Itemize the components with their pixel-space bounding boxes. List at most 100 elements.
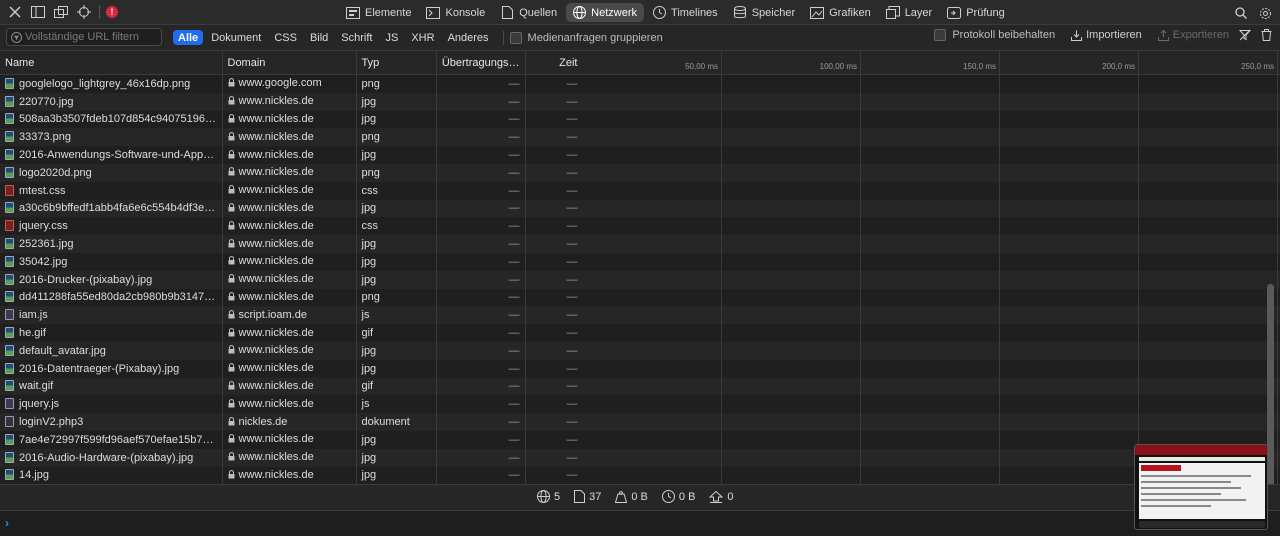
request-domain-cell: nickles.de <box>222 413 357 431</box>
checkbox-box[interactable] <box>509 31 522 44</box>
request-time: — <box>525 395 584 414</box>
request-time: — <box>525 324 584 342</box>
tab-speicher[interactable]: Speicher <box>727 3 802 22</box>
column-header-name[interactable]: Name <box>0 51 223 75</box>
type-filter-alle[interactable]: Alle <box>173 30 204 45</box>
table-row[interactable]: default_avatar.jpg www.nickles.de jpg — — <box>0 341 584 360</box>
request-name-cell: 2016-Audio-Hardware-(pixabay).jpg <box>0 448 223 467</box>
request-domain: www.nickles.de <box>238 112 314 125</box>
table-row[interactable]: jquery.css www.nickles.de css — — <box>0 217 584 236</box>
tab-timelines[interactable]: Timelines <box>646 3 725 22</box>
table-row[interactable]: mtest.css www.nickles.de css — — <box>0 181 584 200</box>
dock-side-icon[interactable] <box>29 3 47 21</box>
table-row[interactable]: dd411288fa55ed80da2cb980b9b3147… www.nick… <box>0 288 584 307</box>
lock-icon <box>228 96 235 108</box>
vertical-scrollbar[interactable] <box>1267 284 1274 484</box>
timeline-tick-label: 250,0 ms <box>1241 62 1274 71</box>
request-name: 508aa3b3507fdeb107d854c94075196… <box>19 113 216 126</box>
table-row[interactable]: 2016-Anwendungs-Software-und-Apps… www.ni… <box>0 146 584 164</box>
table-row[interactable]: iam.js script.ioam.de js — — <box>0 306 584 325</box>
import-button[interactable]: Importieren <box>1071 29 1142 41</box>
tab-konsole[interactable]: Konsole <box>420 3 492 22</box>
tab-quellen[interactable]: Quellen <box>494 3 564 22</box>
request-transfer: — <box>436 306 526 325</box>
table-row[interactable]: 7ae4e72997f599fd96aef570efae15b70… www.ni… <box>0 430 584 449</box>
table-row[interactable]: 35042.jpg www.nickles.de jpg — — <box>0 252 584 271</box>
type-filter-dokument[interactable]: Dokument <box>206 30 266 45</box>
group-media-checkbox[interactable]: Medienanfragen gruppieren <box>509 31 663 44</box>
thumbnail-text-line <box>1141 487 1241 489</box>
table-row[interactable]: 2016-Audio-Hardware-(pixabay).jpg www.nic… <box>0 448 584 467</box>
timeline-row <box>583 164 1280 182</box>
column-header-transfer[interactable]: Übertragungs… <box>436 51 526 75</box>
checkbox-box[interactable] <box>934 29 947 41</box>
tab-elemente[interactable]: Elemente <box>340 3 418 22</box>
request-rows: googlelogo_lightgrey_46x16dp.png www.goog… <box>0 74 584 484</box>
request-name-cell: 33373.png <box>0 128 223 147</box>
error-badge[interactable]: ! <box>106 6 118 18</box>
table-row[interactable]: logo2020d.png www.nickles.de png — — <box>0 163 584 182</box>
element-picker-icon[interactable] <box>75 3 93 21</box>
type-filter-bild[interactable]: Bild <box>305 30 333 45</box>
request-time: — <box>525 217 584 236</box>
table-row[interactable]: 2016-Datentraeger-(Pixabay).jpg www.nickl… <box>0 359 584 378</box>
column-header-time[interactable]: Zeit <box>525 51 584 75</box>
table-row[interactable]: 252361.jpg www.nickles.de jpg — — <box>0 235 584 253</box>
column-header-domain[interactable]: Domain <box>222 51 357 75</box>
timeline-row <box>583 288 1280 307</box>
close-icon[interactable] <box>6 3 24 21</box>
detach-window-icon[interactable] <box>52 3 70 21</box>
table-row[interactable]: a30c6b9bffedf1abb4fa6e6c554b4df3e… www.ni… <box>0 199 584 218</box>
lock-icon <box>228 238 235 251</box>
tab-netzwerk[interactable]: Netzwerk <box>566 3 645 22</box>
table-row[interactable]: 2016-Drucker-(pixabay).jpg www.nickles.de… <box>0 270 584 289</box>
type-filter-schrift[interactable]: Schrift <box>336 30 377 45</box>
screen-preview-thumbnail[interactable] <box>1134 444 1268 530</box>
table-row[interactable]: jquery.js www.nickles.de js — — <box>0 395 584 414</box>
request-type: jpg <box>356 110 437 129</box>
timeline-row <box>583 253 1280 271</box>
tab-grafiken[interactable]: Grafiken <box>804 3 878 22</box>
table-row[interactable]: 33373.png www.nickles.de png — — <box>0 128 584 147</box>
url-filter-field[interactable] <box>6 28 162 46</box>
network-filter-bar: Alle Dokument CSS Bild Schrift JS XHR An… <box>0 25 1280 51</box>
column-header-type[interactable]: Typ <box>356 51 437 75</box>
table-row[interactable]: he.gif www.nickles.de gif — — <box>0 324 584 342</box>
filter-bar-actions: Protokoll beibehalten Importieren Export… <box>934 29 1272 41</box>
request-name: 14.jpg <box>19 469 49 482</box>
quick-console[interactable]: › <box>0 510 1280 536</box>
table-row[interactable]: wait.gif www.nickles.de gif — — <box>0 377 584 396</box>
request-transfer: — <box>436 270 526 289</box>
tab-pruefung[interactable]: Prüfung <box>941 3 1012 22</box>
lock-icon <box>228 292 235 304</box>
tab-layer[interactable]: Layer <box>880 3 940 22</box>
type-filter-anderes[interactable]: Anderes <box>443 30 494 45</box>
table-row[interactable]: 508aa3b3507fdeb107d854c94075196… www.nick… <box>0 110 584 129</box>
table-row[interactable]: 14.jpg www.nickles.de jpg — — <box>0 466 584 484</box>
keep-log-checkbox[interactable]: Protokoll beibehalten <box>934 29 1055 41</box>
timeline-tick-label: 150,0 ms <box>963 62 996 71</box>
type-filter-js[interactable]: JS <box>380 30 403 45</box>
clear-filter-icon[interactable] <box>1239 29 1251 41</box>
request-domain: www.nickles.de <box>238 130 314 143</box>
trash-icon[interactable] <box>1261 29 1272 41</box>
request-transfer: — <box>436 217 526 236</box>
file-icon <box>5 131 14 143</box>
request-time: — <box>525 252 584 271</box>
request-name: a30c6b9bffedf1abb4fa6e6c554b4df3e… <box>19 202 216 215</box>
thumbnail-text-line <box>1141 505 1211 507</box>
gear-icon[interactable] <box>1256 4 1274 22</box>
network-requests-table: Name Domain Typ Übertragungs… Zeit googl… <box>0 51 584 484</box>
type-filter-xhr[interactable]: XHR <box>406 30 439 45</box>
table-row[interactable]: 220770.jpg www.nickles.de jpg — — <box>0 92 584 111</box>
table-row[interactable]: loginV2.php3 nickles.de dokument — — <box>0 413 584 431</box>
url-filter-input[interactable] <box>22 31 155 43</box>
table-row[interactable]: googlelogo_lightgrey_46x16dp.png www.goog… <box>0 74 584 93</box>
request-time: — <box>525 413 584 431</box>
type-filter-css[interactable]: CSS <box>269 30 302 45</box>
thumbnail-banner <box>1141 465 1181 471</box>
file-icon <box>5 451 14 463</box>
search-icon[interactable] <box>1232 4 1250 22</box>
request-time: — <box>525 448 584 467</box>
export-button[interactable]: Exportieren <box>1157 29 1229 41</box>
